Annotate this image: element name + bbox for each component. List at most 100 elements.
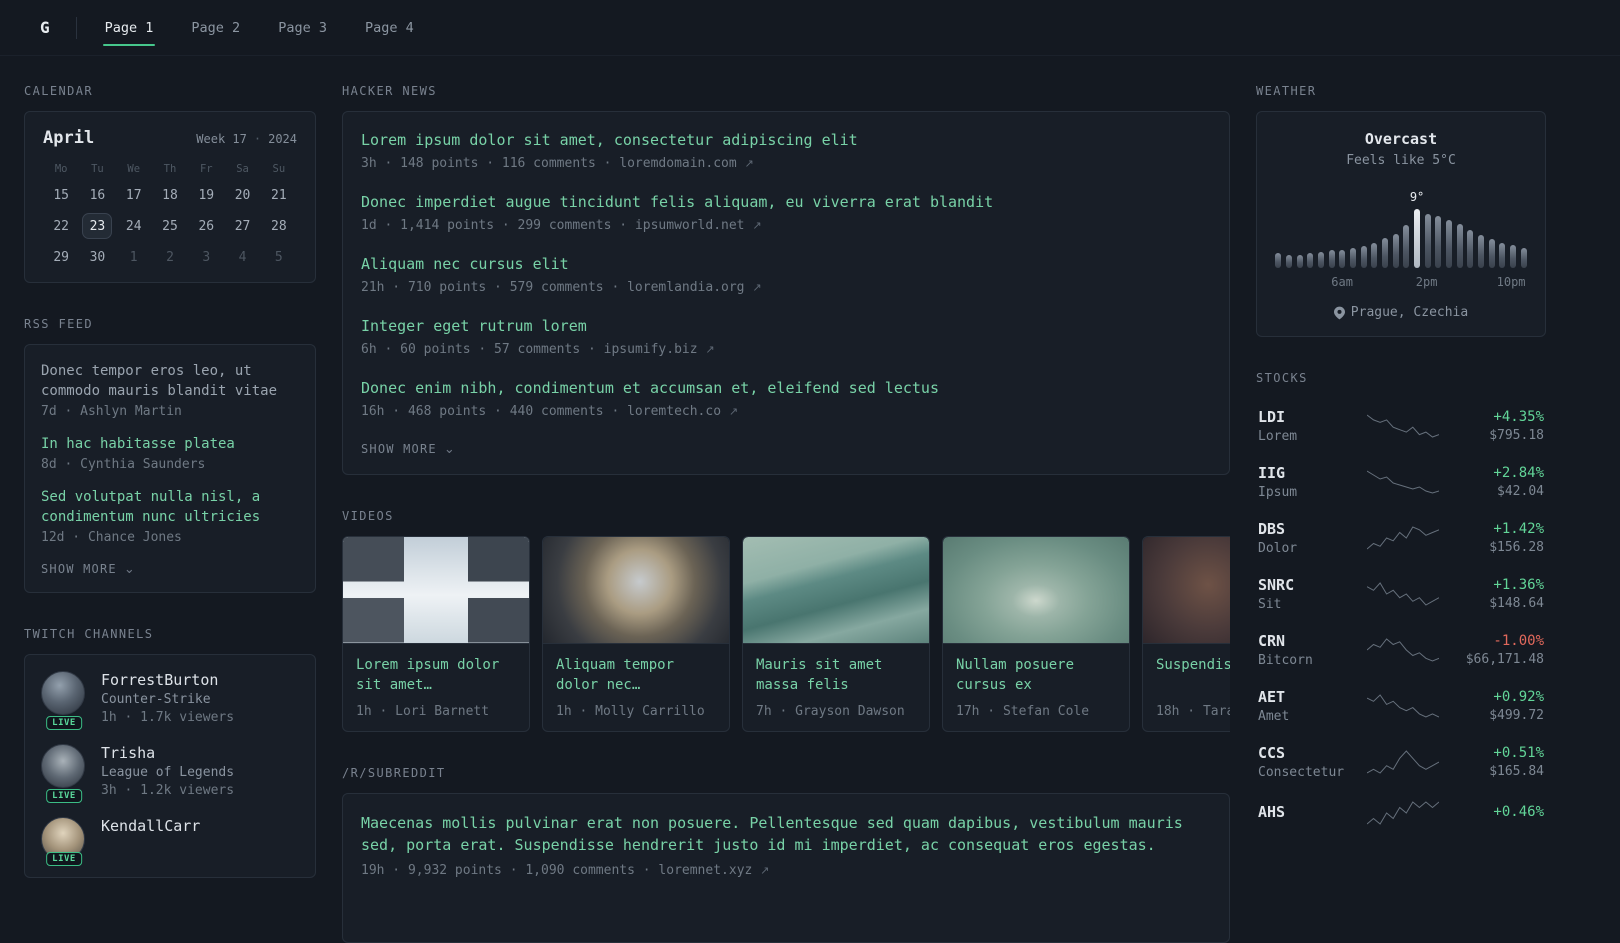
stock-row[interactable]: DBS Dolor +1.42% $156.28: [1256, 510, 1546, 566]
stock-row[interactable]: SNRC Sit +1.36% $148.64: [1256, 566, 1546, 622]
video-card[interactable]: Nullam posuere cursus ex 17h · Stefan Co…: [942, 536, 1130, 732]
story-stats: 6h · 60 points · 57 comments ·: [361, 342, 604, 357]
story-title[interactable]: Donec enim nibh, condimentum et accumsan…: [361, 378, 1211, 399]
channel-meta: 3h · 1.2k viewers: [101, 783, 235, 798]
stock-values: +2.84% $42.04: [1444, 465, 1544, 499]
video-card[interactable]: Aliquam tempor dolor nec pharetra… 1h · …: [542, 536, 730, 732]
post-meta: 19h · 9,932 points · 1,090 comments · lo…: [361, 863, 1211, 878]
calendar-day[interactable]: 27: [228, 213, 258, 239]
story-stats: 16h · 468 points · 440 comments ·: [361, 404, 628, 419]
stock-values: +0.46%: [1444, 804, 1544, 823]
story-domain-link[interactable]: loremdomain.com ↗: [619, 156, 753, 171]
post-domain-link[interactable]: loremnet.xyz ↗: [658, 863, 769, 878]
story-domain-link[interactable]: loremtech.co ↗: [627, 404, 738, 419]
weather-bar: [1328, 186, 1335, 268]
stock-identity: SNRC Sit: [1258, 576, 1362, 612]
story-domain-link[interactable]: loremlandia.org ↗: [627, 280, 761, 295]
video-card[interactable]: Lorem ipsum dolor sit amet consectetu… 1…: [342, 536, 530, 732]
channel-name[interactable]: Trisha: [101, 744, 234, 762]
calendar-day[interactable]: 17: [119, 182, 149, 208]
story-title[interactable]: Aliquam nec cursus elit: [361, 254, 1211, 275]
video-card[interactable]: Suspendisse diam 18h · Tara: [1142, 536, 1230, 732]
stock-row[interactable]: AET Amet +0.92% $499.72: [1256, 678, 1546, 734]
calendar-day[interactable]: 4: [228, 244, 258, 270]
video-info: Nullam posuere cursus ex 17h · Stefan Co…: [943, 644, 1129, 731]
calendar-day[interactable]: 25: [155, 213, 185, 239]
calendar-day[interactable]: 24: [119, 213, 149, 239]
channel-name[interactable]: ForrestBurton: [101, 671, 234, 689]
stock-row[interactable]: LDI Lorem +4.35% $795.18: [1256, 398, 1546, 454]
twitch-channel-row[interactable]: LIVE KendallCarr: [41, 817, 299, 866]
twitch-channel-row[interactable]: LIVE Trisha League of Legends 3h · 1.2k …: [41, 744, 299, 803]
calendar-day[interactable]: 20: [228, 182, 258, 208]
page-tab[interactable]: Page 3: [276, 0, 329, 55]
video-title[interactable]: Aliquam tempor dolor nec pharetra…: [556, 655, 716, 695]
stock-change: +2.84%: [1493, 465, 1544, 481]
app-logo[interactable]: G: [40, 18, 50, 37]
channel-name[interactable]: KendallCarr: [101, 817, 200, 835]
rss-show-more-label: SHOW MORE: [41, 562, 117, 576]
calendar-day[interactable]: 18: [155, 182, 185, 208]
calendar-day[interactable]: 5: [264, 244, 294, 270]
stock-symbol: CCS: [1258, 744, 1286, 762]
stock-change: +4.35%: [1493, 409, 1544, 425]
rss-item-title[interactable]: Donec tempor eros leo, ut commodo mauris…: [41, 361, 299, 401]
calendar-day[interactable]: 29: [46, 244, 76, 270]
story-domain: loremtech.co: [627, 404, 722, 419]
rss-item-title[interactable]: In hac habitasse platea: [41, 434, 299, 454]
calendar-day[interactable]: 3: [191, 244, 221, 270]
rss-item-meta: 7d · Ashlyn Martin: [41, 404, 182, 419]
story-item: Aliquam nec cursus elit 21h · 710 points…: [361, 254, 1211, 295]
calendar-day[interactable]: 28: [264, 213, 294, 239]
page-tab[interactable]: Page 4: [363, 0, 416, 55]
calendar-day[interactable]: 1: [119, 244, 149, 270]
twitch-widget: TWITCH CHANNELS LIVE ForrestBurton Count…: [24, 627, 316, 878]
subreddit-post-list: Maecenas mollis pulvinar erat non posuer…: [361, 812, 1211, 878]
weather-bar: [1392, 186, 1399, 268]
calendar-day[interactable]: 2: [155, 244, 185, 270]
hackernews-show-more-button[interactable]: SHOW MORE ⌄: [361, 440, 456, 456]
videos-heading: VIDEOS: [342, 509, 394, 523]
twitch-channel-row[interactable]: LIVE ForrestBurton Counter-Strike 1h · 1…: [41, 671, 299, 730]
stock-row[interactable]: CCS Consectetur +0.51% $165.84: [1256, 734, 1546, 790]
calendar-day[interactable]: 15: [46, 182, 76, 208]
stock-row[interactable]: CRN Bitcorn -1.00% $66,171.48: [1256, 622, 1546, 678]
stock-sparkline: [1362, 469, 1444, 495]
post-title[interactable]: Maecenas mollis pulvinar erat non posuer…: [361, 812, 1211, 856]
calendar-day[interactable]: 22: [46, 213, 76, 239]
rss-item-title[interactable]: Sed volutpat nulla nisl, a condimentum n…: [41, 487, 299, 527]
video-thumbnail: [543, 537, 729, 644]
weekday-label: Fr: [199, 163, 213, 175]
weather-bar: [1286, 186, 1293, 268]
weather-time-label: 2pm: [1415, 275, 1438, 289]
calendar-day[interactable]: 30: [82, 244, 112, 270]
stock-row[interactable]: AHS +0.46%: [1256, 790, 1546, 836]
stock-row[interactable]: IIG Ipsum +2.84% $42.04: [1256, 454, 1546, 510]
calendar-day[interactable]: 26: [191, 213, 221, 239]
calendar-day[interactable]: 19: [191, 182, 221, 208]
stock-sparkline: [1362, 413, 1444, 439]
stock-name: Ipsum: [1258, 485, 1298, 500]
story-domain-link[interactable]: ipsumworld.net ↗: [635, 218, 762, 233]
page-tab[interactable]: Page 1: [102, 0, 156, 55]
subreddit-widget: /R/SUBREDDIT Maecenas mollis pulvinar er…: [342, 766, 1230, 943]
story-title[interactable]: Integer eget rutrum lorem: [361, 316, 1211, 337]
calendar-card: April Week 17 · 2024 Mo Tu We Th Fr Sa S…: [24, 111, 316, 283]
video-title[interactable]: Mauris sit amet massa felis: [756, 655, 916, 695]
stock-change: +1.42%: [1493, 521, 1544, 537]
calendar-day[interactable]: 16: [82, 182, 112, 208]
video-title[interactable]: Lorem ipsum dolor sit amet consectetu…: [356, 655, 516, 695]
video-title[interactable]: Nullam posuere cursus ex: [956, 655, 1116, 695]
channel-avatar: [41, 744, 85, 788]
video-title[interactable]: Suspendisse diam: [1156, 655, 1230, 675]
video-info: Aliquam tempor dolor nec pharetra… 1h · …: [543, 644, 729, 731]
rss-show-more-button[interactable]: SHOW MORE ⌄: [41, 560, 136, 576]
story-title[interactable]: Lorem ipsum dolor sit amet, consectetur …: [361, 130, 1211, 151]
story-title[interactable]: Donec imperdiet augue tincidunt felis al…: [361, 192, 1211, 213]
page-tab[interactable]: Page 2: [189, 0, 242, 55]
calendar-day[interactable]: 21: [264, 182, 294, 208]
video-card[interactable]: Mauris sit amet massa felis 7h · Grayson…: [742, 536, 930, 732]
calendar-day[interactable]: 23: [82, 213, 113, 239]
story-domain-link[interactable]: ipsumify.biz ↗: [604, 342, 715, 357]
story-domain: ipsumworld.net: [634, 218, 745, 233]
